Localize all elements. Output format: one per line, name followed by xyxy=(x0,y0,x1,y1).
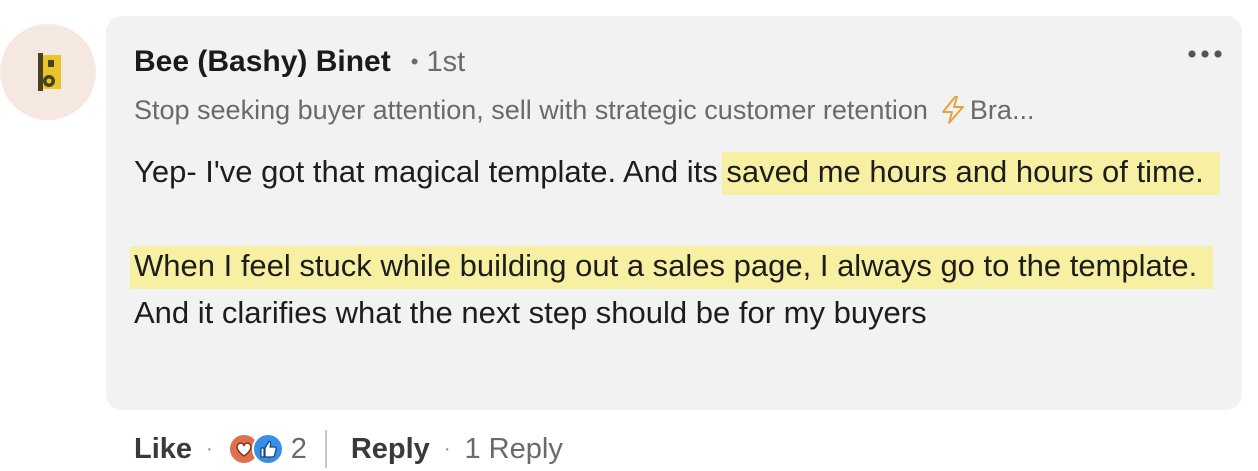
divider xyxy=(324,430,327,468)
author-headline[interactable]: Stop seeking buyer attention, sell with … xyxy=(134,90,1034,130)
more-horizontal-icon xyxy=(1188,50,1222,58)
more-options-button[interactable] xyxy=(1183,34,1227,74)
highlighted-text: When I feel stuck while building out a s… xyxy=(130,246,1214,289)
reactions-summary[interactable]: 2 xyxy=(227,432,307,466)
reply-button[interactable]: Reply xyxy=(351,433,430,466)
brand-logo-icon xyxy=(38,53,61,91)
headline-text: Stop seeking buyer attention, sell with … xyxy=(134,94,928,125)
comment-actions: Like · 2 Reply · 1 Reply xyxy=(134,426,563,471)
avatar[interactable] xyxy=(0,24,96,120)
comment-text: Yep- I've got that magical template. And… xyxy=(130,148,1224,336)
like-button[interactable]: Like xyxy=(134,433,192,466)
lightning-bolt-icon xyxy=(941,96,964,124)
connection-degree: 1st xyxy=(426,45,466,78)
comment-paragraph: When I feel stuck while building out a s… xyxy=(130,242,1224,336)
comment-plain-text: Yep- I've got that magical template. And… xyxy=(134,154,727,189)
thumbs-up-reaction-icon xyxy=(251,433,284,465)
degree-separator: • xyxy=(410,49,419,74)
headline-truncated: Bra... xyxy=(969,94,1035,125)
reaction-count: 2 xyxy=(290,432,307,465)
separator-dot: · xyxy=(443,437,451,460)
comment-plain-text: And it clarifies what the next step shou… xyxy=(134,295,927,330)
author-name[interactable]: Bee (Bashy) Binet xyxy=(134,45,391,79)
comment-paragraph: Yep- I've got that magical template. And… xyxy=(134,148,1224,195)
separator-dot: · xyxy=(206,437,213,460)
replies-count-link[interactable]: 1 Reply xyxy=(465,433,563,466)
author-row: Bee (Bashy) Binet • 1st xyxy=(134,38,465,86)
comment-card: Bee (Bashy) Binet • 1st Stop seeking buy… xyxy=(0,0,1258,471)
highlighted-text: saved me hours and hours of time. xyxy=(722,152,1220,195)
